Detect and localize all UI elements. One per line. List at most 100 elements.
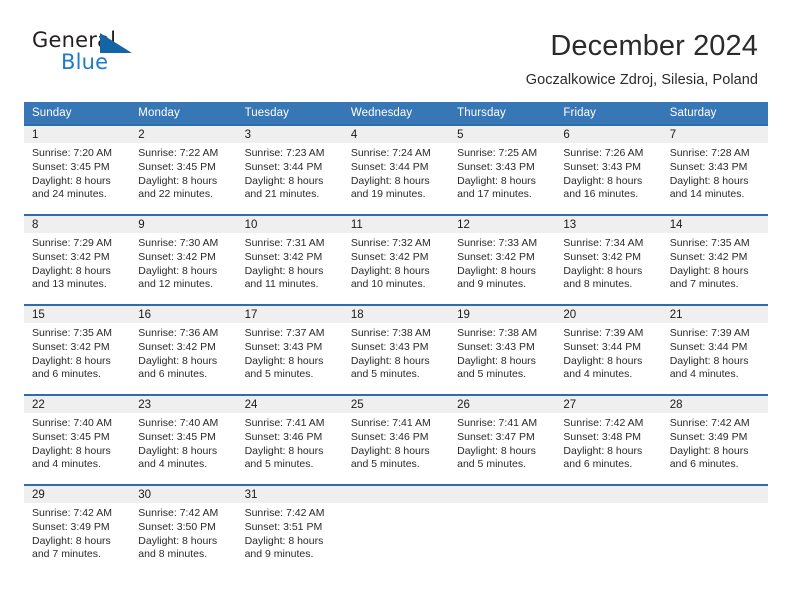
calendar-day-cell[interactable]: 6 Sunrise: 7:26 AM Sunset: 3:43 PM Daylight… bbox=[555, 124, 662, 216]
sunrise-text: Sunrise: 7:28 AM bbox=[669, 147, 750, 160]
day-number: 7 bbox=[661, 126, 768, 144]
calendar-day-cell[interactable]: 23 Sunrise: 7:40 AM Sunset: 3:45 PM Dayligh… bbox=[130, 394, 237, 486]
calendar-day-cell[interactable]: 10 Sunrise: 7:31 AM Sunset: 3:42 PM Dayligh… bbox=[236, 214, 343, 306]
calendar-day-cell[interactable]: 5 Sunrise: 7:25 AM Sunset: 3:43 PM Daylight… bbox=[449, 124, 556, 216]
sunset-text: Sunset: 3:45 PM bbox=[32, 430, 110, 443]
sunset-text: Sunset: 3:43 PM bbox=[563, 160, 642, 173]
day-number: 10 bbox=[236, 216, 343, 234]
sunset-text: Sunset: 3:43 PM bbox=[244, 340, 323, 353]
daylight-text: Daylight: 8 hours and 4 minutes. bbox=[563, 354, 643, 381]
calendar-day-cell[interactable]: 7 Sunrise: 7:28 AM Sunset: 3:43 PM Daylight… bbox=[661, 124, 768, 216]
daylight-text: Daylight: 8 hours and 22 minutes. bbox=[138, 174, 218, 201]
daylight-text: Daylight: 8 hours and 4 minutes. bbox=[669, 354, 749, 381]
sunset-text: Sunset: 3:43 PM bbox=[457, 160, 535, 173]
daylight-text: Daylight: 8 hours and 19 minutes. bbox=[350, 174, 430, 201]
calendar-day-cell[interactable]: 31 Sunrise: 7:42 AM Sunset: 3:51 PM Dayligh… bbox=[236, 484, 343, 576]
sunset-text: Sunset: 3:45 PM bbox=[32, 160, 110, 173]
daylight-text: Daylight: 8 hours and 7 minutes. bbox=[32, 534, 111, 561]
sunset-text: Sunset: 3:49 PM bbox=[669, 430, 748, 443]
calendar-day-cell[interactable]: 13 Sunrise: 7:34 AM Sunset: 3:42 PM Dayligh… bbox=[555, 214, 662, 306]
sunrise-text: Sunrise: 7:26 AM bbox=[563, 147, 644, 160]
calendar-day-cell[interactable]: 21 Sunrise: 7:39 AM Sunset: 3:44 PM Dayligh… bbox=[661, 304, 768, 396]
calendar-day-cell[interactable]: 26 Sunrise: 7:41 AM Sunset: 3:47 PM Dayligh… bbox=[449, 394, 556, 486]
sunrise-text: Sunrise: 7:40 AM bbox=[138, 417, 219, 430]
calendar-day-cell[interactable]: 11 Sunrise: 7:32 AM Sunset: 3:42 PM Dayligh… bbox=[342, 214, 450, 306]
sunrise-text: Sunrise: 7:25 AM bbox=[457, 147, 538, 160]
daylight-text: Daylight: 8 hours and 21 minutes. bbox=[244, 174, 324, 201]
day-number: 18 bbox=[342, 306, 450, 324]
calendar-day-cell[interactable]: 28 Sunrise: 7:42 AM Sunset: 3:49 PM Dayligh… bbox=[661, 394, 768, 486]
sunrise-text: Sunrise: 7:29 AM bbox=[32, 237, 112, 250]
logo-text-blue: Blue bbox=[61, 50, 109, 74]
day-number: 20 bbox=[555, 306, 662, 324]
day-details: Sunrise: 7:42 AM Sunset: 3:48 PM Daylight:… bbox=[555, 413, 661, 471]
calendar-day-cell[interactable]: 20 Sunrise: 7:39 AM Sunset: 3:44 PM Dayligh… bbox=[555, 304, 662, 396]
calendar-day-cell[interactable]: 2 Sunrise: 7:22 AM Sunset: 3:45 PM Daylight… bbox=[130, 124, 237, 216]
sunset-text: Sunset: 3:45 PM bbox=[138, 160, 216, 173]
day-details: Sunrise: 7:23 AM Sunset: 3:44 PM Daylight:… bbox=[237, 143, 343, 201]
sunset-text: Sunset: 3:42 PM bbox=[32, 250, 110, 263]
day-details: Sunrise: 7:41 AM Sunset: 3:46 PM Daylight:… bbox=[343, 413, 449, 471]
weekday-header-saturday: Saturday bbox=[661, 102, 768, 126]
sunset-text: Sunset: 3:42 PM bbox=[669, 250, 748, 263]
day-number: 19 bbox=[449, 306, 556, 324]
sunset-text: Sunset: 3:44 PM bbox=[563, 340, 642, 353]
sunrise-text: Sunrise: 7:42 AM bbox=[32, 507, 112, 520]
calendar-week-row: 29 Sunrise: 7:42 AM Sunset: 3:49 PM Dayligh… bbox=[24, 484, 768, 576]
calendar-week-row: 8 Sunrise: 7:29 AM Sunset: 3:42 PM Daylight… bbox=[24, 214, 768, 306]
calendar-day-cell[interactable]: 17 Sunrise: 7:37 AM Sunset: 3:43 PM Dayligh… bbox=[236, 304, 343, 396]
daylight-text: Daylight: 8 hours and 8 minutes. bbox=[563, 264, 643, 291]
calendar-day-cell[interactable]: 18 Sunrise: 7:38 AM Sunset: 3:43 PM Dayligh… bbox=[342, 304, 450, 396]
calendar-day-cell[interactable]: 12 Sunrise: 7:33 AM Sunset: 3:42 PM Dayligh… bbox=[449, 214, 556, 306]
calendar-day-cell[interactable]: 27 Sunrise: 7:42 AM Sunset: 3:48 PM Dayligh… bbox=[555, 394, 662, 486]
page-header: General Blue December 2024 Goczalkowice … bbox=[0, 0, 792, 88]
weekday-header-thursday: Thursday bbox=[449, 102, 556, 126]
day-number bbox=[555, 486, 662, 504]
calendar-day-cell[interactable]: 8 Sunrise: 7:29 AM Sunset: 3:42 PM Daylight… bbox=[24, 214, 131, 306]
calendar-day-cell[interactable]: 24 Sunrise: 7:41 AM Sunset: 3:46 PM Dayligh… bbox=[236, 394, 343, 486]
sunrise-text: Sunrise: 7:37 AM bbox=[244, 327, 325, 340]
calendar-header-row: Sunday Monday Tuesday Wednesday Thursday… bbox=[24, 102, 768, 126]
calendar-day-cell[interactable]: 16 Sunrise: 7:36 AM Sunset: 3:42 PM Dayligh… bbox=[130, 304, 237, 396]
calendar-day-cell[interactable]: 3 Sunrise: 7:23 AM Sunset: 3:44 PM Daylight… bbox=[236, 124, 343, 216]
sunset-text: Sunset: 3:44 PM bbox=[350, 160, 429, 173]
day-details: Sunrise: 7:22 AM Sunset: 3:45 PM Daylight:… bbox=[130, 143, 236, 201]
sunset-text: Sunset: 3:43 PM bbox=[669, 160, 748, 173]
calendar-day-cell[interactable]: 25 Sunrise: 7:41 AM Sunset: 3:46 PM Dayligh… bbox=[342, 394, 450, 486]
calendar-day-cell[interactable]: 14 Sunrise: 7:35 AM Sunset: 3:42 PM Dayligh… bbox=[661, 214, 768, 306]
day-number: 31 bbox=[236, 486, 343, 504]
day-number: 25 bbox=[342, 396, 450, 414]
general-blue-logo[interactable]: General Blue bbox=[32, 28, 144, 80]
sunset-text: Sunset: 3:48 PM bbox=[563, 430, 642, 443]
day-number: 15 bbox=[24, 306, 131, 324]
sunset-text: Sunset: 3:45 PM bbox=[138, 430, 216, 443]
calendar-day-cell[interactable]: 9 Sunrise: 7:30 AM Sunset: 3:42 PM Daylight… bbox=[130, 214, 237, 306]
day-details: Sunrise: 7:25 AM Sunset: 3:43 PM Daylight:… bbox=[449, 143, 555, 201]
day-details: Sunrise: 7:39 AM Sunset: 3:44 PM Daylight:… bbox=[555, 323, 661, 381]
calendar-day-cell[interactable]: 30 Sunrise: 7:42 AM Sunset: 3:50 PM Dayligh… bbox=[130, 484, 237, 576]
calendar-day-cell[interactable]: 22 Sunrise: 7:40 AM Sunset: 3:45 PM Dayligh… bbox=[24, 394, 131, 486]
day-number: 6 bbox=[555, 126, 662, 144]
calendar-day-cell[interactable]: 1 Sunrise: 7:20 AM Sunset: 3:45 PM Daylight… bbox=[24, 124, 131, 216]
day-number: 14 bbox=[661, 216, 768, 234]
day-number: 28 bbox=[661, 396, 768, 414]
calendar-day-cell[interactable]: 19 Sunrise: 7:38 AM Sunset: 3:43 PM Dayligh… bbox=[449, 304, 556, 396]
day-details: Sunrise: 7:32 AM Sunset: 3:42 PM Daylight:… bbox=[343, 233, 449, 291]
calendar-day-cell[interactable]: 4 Sunrise: 7:24 AM Sunset: 3:44 PM Daylight… bbox=[342, 124, 450, 216]
daylight-text: Daylight: 8 hours and 17 minutes. bbox=[457, 174, 536, 201]
sunrise-text: Sunrise: 7:41 AM bbox=[457, 417, 538, 430]
sunrise-text: Sunrise: 7:34 AM bbox=[563, 237, 644, 250]
sunrise-text: Sunrise: 7:32 AM bbox=[350, 237, 431, 250]
sunset-text: Sunset: 3:46 PM bbox=[350, 430, 429, 443]
calendar-day-cell[interactable]: 15 Sunrise: 7:35 AM Sunset: 3:42 PM Dayligh… bbox=[24, 304, 131, 396]
sunrise-text: Sunrise: 7:40 AM bbox=[32, 417, 112, 430]
sunset-text: Sunset: 3:46 PM bbox=[244, 430, 323, 443]
calendar-day-cell[interactable]: 29 Sunrise: 7:42 AM Sunset: 3:49 PM Dayligh… bbox=[24, 484, 131, 576]
title-block: December 2024 Goczalkowice Zdroj, Silesi… bbox=[526, 28, 758, 88]
sunset-text: Sunset: 3:43 PM bbox=[350, 340, 429, 353]
daylight-text: Daylight: 8 hours and 5 minutes. bbox=[350, 354, 430, 381]
daylight-text: Daylight: 8 hours and 12 minutes. bbox=[138, 264, 218, 291]
day-number bbox=[449, 486, 556, 504]
sunset-text: Sunset: 3:49 PM bbox=[32, 520, 110, 533]
calendar-week-row: 15 Sunrise: 7:35 AM Sunset: 3:42 PM Dayligh… bbox=[24, 304, 768, 396]
